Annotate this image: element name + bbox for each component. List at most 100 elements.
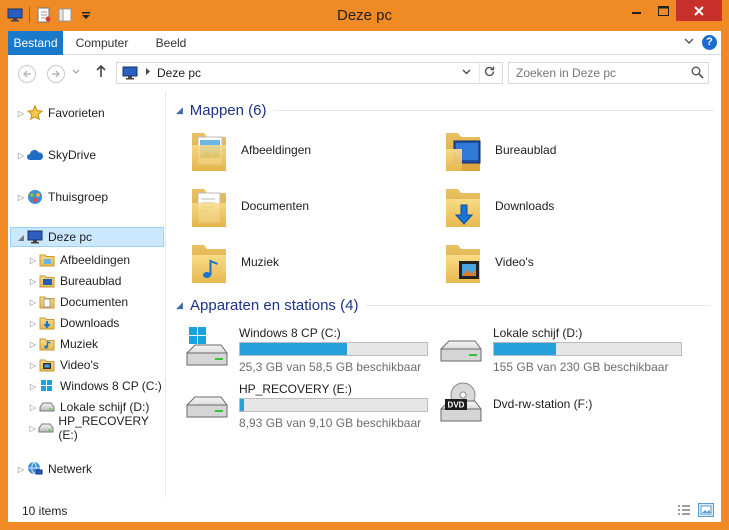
tab-beeld[interactable]: Beeld [148,31,194,55]
folder-name: Afbeeldingen [241,143,312,157]
folder-item-afbeeldingen[interactable]: Afbeeldingen [171,127,401,177]
help-icon[interactable]: ? [702,35,717,50]
nav-item-label: Muziek [60,337,99,351]
downloads-folder-icon [446,189,480,227]
collapse-group-icon[interactable]: ◢ [176,105,190,116]
nav-item-label: Lokale schijf (D:) [60,400,150,414]
search-input[interactable] [509,63,687,83]
group-header-devices[interactable]: ◢ Apparaten en stations (4) [169,293,714,317]
dvd-drive-icon: DVD [440,382,482,422]
nav-item-deze-pc[interactable]: ◢ Deze pc [10,227,164,247]
minimize-button[interactable] [624,0,650,21]
documents-folder-icon [192,189,226,227]
expand-chevron-icon[interactable]: ▷ [28,319,38,328]
expand-chevron-icon[interactable]: ▷ [28,361,38,370]
expand-chevron-icon[interactable]: ▷ [28,277,38,286]
folder-item-videos[interactable]: Video's [425,239,655,289]
music-folder-icon [38,335,56,353]
recent-locations-chevron-icon[interactable] [72,69,80,77]
nav-item-label: HP_RECOVERY (E:) [58,414,149,442]
search-box[interactable] [508,62,709,84]
search-icon[interactable] [691,66,704,82]
item-count: 10 items [22,504,68,518]
folder-item-bureaublad[interactable]: Bureaublad [425,127,655,177]
refresh-icon[interactable] [483,65,496,81]
nav-item-drive-e[interactable]: ▷ HP_RECOVERY (E:) [28,414,165,442]
breadcrumb-chevron-icon[interactable] [145,67,151,78]
collapse-group-icon[interactable]: ◢ [176,300,190,311]
tab-computer[interactable]: Computer [70,31,134,55]
content-pane: ◢ Mappen (6) Afbeeldingen Bureaublad Doc… [169,93,721,497]
tab-bestand[interactable]: Bestand [8,31,63,55]
drive-name: HP_RECOVERY (E:) [239,382,352,396]
back-button[interactable] [18,65,36,83]
videos-folder-icon [446,245,480,283]
ribbon: Bestand Computer Beeld ? [8,31,721,55]
drive-usage-bar [239,342,428,356]
expand-chevron-icon[interactable]: ▷ [16,151,26,160]
drive-item-c[interactable]: Windows 8 CP (C:) 25,3 GB van 58,5 GB be… [169,323,428,374]
expand-chevron-icon[interactable]: ▷ [16,465,26,474]
drive-icon [186,396,228,418]
pictures-folder-icon [38,251,56,269]
nav-item-afbeeldingen[interactable]: ▷ Afbeeldingen [28,250,130,270]
address-bar[interactable]: Deze pc [116,62,503,84]
address-divider [479,63,480,83]
title-bar: Deze pc [0,0,729,31]
drive-free-space: 25,3 GB van 58,5 GB beschikbaar [239,360,422,374]
nav-item-favorieten[interactable]: ▷ Favorieten [16,103,105,123]
music-folder-icon [192,245,226,283]
maximize-button[interactable] [650,0,676,21]
nav-item-thuisgroep[interactable]: ▷ Thuisgroep [16,187,108,207]
folder-item-downloads[interactable]: Downloads [425,183,655,233]
expand-chevron-icon[interactable]: ▷ [28,298,38,307]
expand-chevron-icon[interactable]: ▷ [28,256,38,265]
expand-chevron-icon[interactable]: ▷ [28,340,38,349]
drive-icon [38,398,56,416]
forward-button[interactable] [47,65,65,83]
nav-item-label: Thuisgroep [48,190,109,204]
nav-item-label: Netwerk [48,462,93,476]
large-icons-view-button[interactable] [698,503,714,517]
drive-item-e[interactable]: HP_RECOVERY (E:) 8,93 GB van 9,10 GB bes… [169,379,428,430]
drive-icon [37,419,54,437]
folder-name: Documenten [241,199,310,213]
address-dropdown-icon[interactable] [462,67,471,77]
folder-name: Muziek [241,255,280,269]
nav-item-muziek[interactable]: ▷ Muziek [28,334,98,354]
drive-usage-bar [239,398,428,412]
drive-item-f[interactable]: DVD Dvd-rw-station (F:) [423,379,663,429]
expand-chevron-icon[interactable]: ▷ [28,403,38,412]
details-view-button[interactable] [676,503,692,517]
group-header-folders[interactable]: ◢ Mappen (6) [169,98,714,122]
nav-item-drive-c[interactable]: ▷ Windows 8 CP (C:) [28,376,162,396]
nav-item-bureaublad[interactable]: ▷ Bureaublad [28,271,121,291]
nav-item-videos[interactable]: ▷ Video's [28,355,99,375]
collapse-chevron-icon[interactable]: ◢ [16,233,26,242]
nav-item-documenten[interactable]: ▷ Documenten [28,292,128,312]
details-view-icon [678,505,690,515]
breadcrumb[interactable]: Deze pc [157,66,201,80]
windows-drive-icon [186,327,228,366]
nav-item-label: SkyDrive [48,148,97,162]
folder-name: Bureaublad [495,143,557,157]
expand-chevron-icon[interactable]: ▷ [16,109,26,118]
expand-chevron-icon[interactable]: ▷ [16,193,26,202]
nav-item-skydrive[interactable]: ▷ SkyDrive [16,145,96,165]
expand-chevron-icon[interactable]: ▷ [28,424,37,433]
expand-chevron-icon[interactable]: ▷ [28,382,38,391]
drive-item-d[interactable]: Lokale schijf (D:) 155 GB van 230 GB bes… [423,323,682,374]
close-button[interactable] [676,0,722,21]
folder-item-muziek[interactable]: Muziek [171,239,401,289]
homegroup-icon [26,188,44,206]
folder-item-documenten[interactable]: Documenten [171,183,401,233]
drive-name: Windows 8 CP (C:) [239,326,341,340]
window-title: Deze pc [336,7,393,24]
back-arrow-icon [23,70,31,78]
nav-item-netwerk[interactable]: ▷ Netwerk [16,459,92,479]
up-arrow-icon [96,64,106,77]
expand-ribbon-chevron-icon[interactable] [682,36,696,50]
drive-free-space: 8,93 GB van 9,10 GB beschikbaar [239,416,422,430]
nav-item-downloads[interactable]: ▷ Downloads [28,313,119,333]
up-button[interactable] [95,64,107,81]
